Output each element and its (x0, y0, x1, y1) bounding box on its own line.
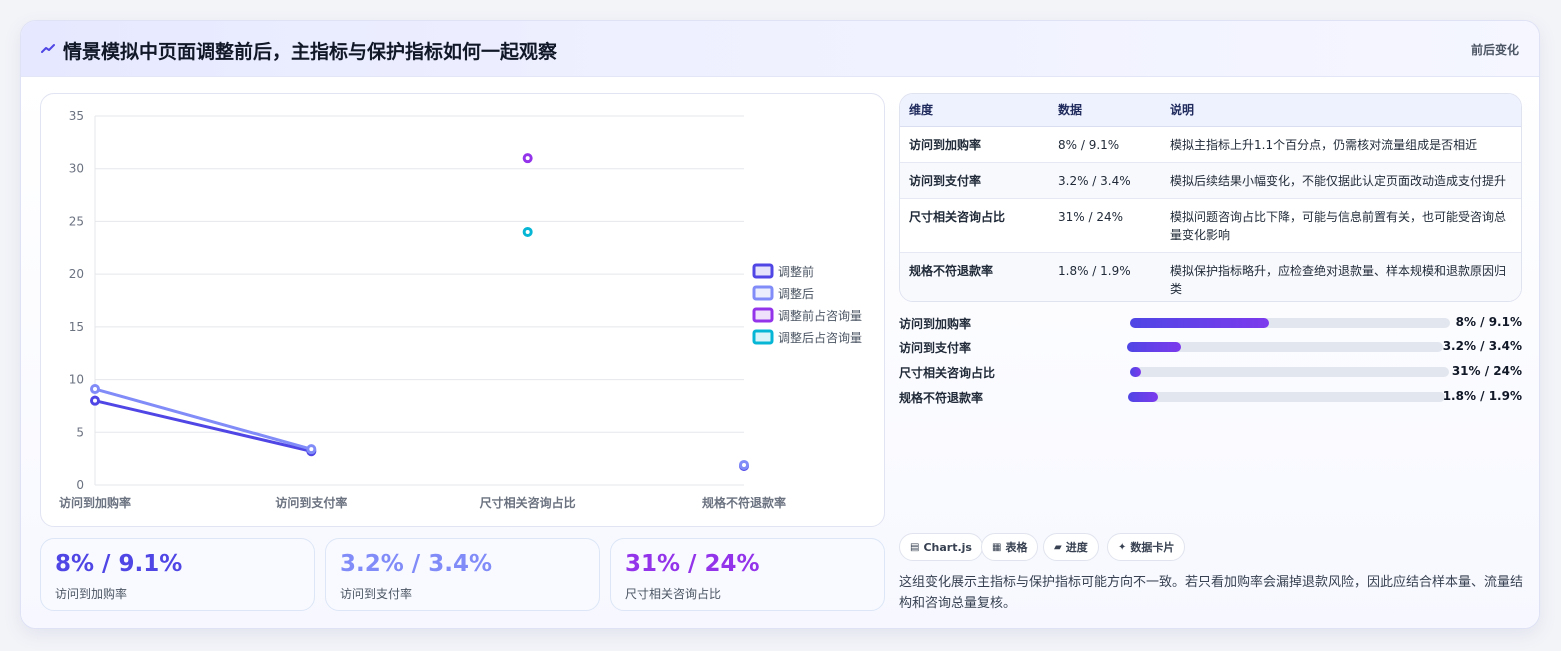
progress-row: 规格不符退款率 1.8% / 1.9% (899, 388, 1522, 406)
legend-label: 调整前 (778, 264, 814, 279)
progress-track (1130, 318, 1450, 328)
table-cell-dim: 尺寸相关咨询占比 (900, 198, 1049, 253)
y-tick-label: 0 (76, 478, 84, 492)
stat-label: 访问到支付率 (340, 587, 413, 601)
stat-card-payment: 3.2% / 3.4% 访问到支付率 (325, 538, 600, 611)
table-cell-dim: 访问到加购率 (900, 126, 1049, 163)
header-tag: 前后变化 (1470, 43, 1519, 57)
table-row: 规格不符退款率 1.8% / 1.9% 模拟保护指标略升，应检查绝对退款量、样本… (900, 252, 1521, 301)
series-line (93, 387, 313, 451)
chip-label: 表格 (1005, 541, 1028, 554)
legend-swatch (752, 285, 774, 301)
table-cell-dim: 规格不符退款率 (900, 252, 1049, 301)
data-point (522, 153, 533, 164)
legend-swatch (752, 307, 774, 323)
x-tick-label: 尺寸相关咨询占比 (480, 495, 576, 510)
y-tick-label: 25 (69, 214, 84, 228)
table-cell-data: 31% / 24% (1049, 198, 1161, 253)
data-point (90, 384, 100, 395)
progress-icon: ▰ (1054, 541, 1062, 553)
table-header: 维度 (900, 94, 1049, 127)
progress-label: 访问到加购率 (899, 317, 972, 331)
data-point (522, 226, 533, 237)
progress-row: 尺寸相关咨询占比 31% / 24% (899, 363, 1522, 381)
main-card: 情景模拟中页面调整前后，主指标与保护指标如何一起观察 前后变化 0 5 10 15 20… (20, 20, 1540, 629)
stat-label: 尺寸相关咨询占比 (625, 587, 722, 601)
page-title: 情景模拟中页面调整前后，主指标与保护指标如何一起观察 (63, 41, 558, 63)
legend-label: 调整后占咨询量 (778, 330, 862, 345)
chip-data-card[interactable]: ✦ 数据卡片 (1107, 533, 1186, 561)
x-tick-label: 访问到加购率 (59, 495, 131, 510)
progress-track (1130, 367, 1449, 377)
x-tick-label: 规格不符退款率 (702, 495, 786, 510)
x-tick-label: 访问到支付率 (275, 495, 347, 510)
trend-icon (41, 44, 55, 53)
table-icon: ▦ (992, 541, 1002, 553)
table-row: 尺寸相关咨询占比 31% / 24% 模拟问题咨询占比下降，可能与信息前置有关，… (900, 198, 1521, 253)
chart-panel: 0 5 10 15 20 25 30 35 访问到加购率 访问到支付率 尺寸相关咨询占比 规格不符退款… (40, 93, 885, 527)
table-row: 访问到加购率 8% / 9.1% 模拟主指标上升1.1个百分点，仍需核对流量组成… (900, 126, 1521, 163)
y-tick-label: 35 (69, 109, 84, 123)
y-tick-label: 10 (69, 373, 84, 387)
table-header: 说明 (1161, 94, 1521, 127)
stat-value: 31% / 24% (625, 551, 760, 577)
table-cell-desc: 模拟问题咨询占比下降，可能与信息前置有关，也可能受咨询总量变化影响 (1161, 198, 1521, 253)
chip-label: 数据卡片 (1130, 541, 1175, 554)
table-cell-data: 1.8% / 1.9% (1049, 252, 1161, 301)
progress-fill (1127, 342, 1181, 352)
stat-card-inquiry: 31% / 24% 尺寸相关咨询占比 (610, 538, 885, 611)
line-chart: 0 5 10 15 20 25 30 35 访问到加购率 访问到支付率 尺寸相关咨询占比 规格不符退款… (59, 109, 862, 510)
progress-label: 规格不符退款率 (899, 391, 984, 405)
progress-track (1128, 392, 1445, 402)
table-cell-desc: 模拟保护指标略升，应检查绝对退款量、样本规模和退款原因归类 (1161, 252, 1521, 301)
data-point (739, 459, 749, 470)
progress-label: 尺寸相关咨询占比 (899, 366, 996, 380)
progress-fill (1128, 392, 1159, 402)
y-tick-label: 5 (76, 425, 84, 439)
table-cell-data: 3.2% / 3.4% (1049, 162, 1161, 199)
chip-chartjs[interactable]: ▤ Chart.js (899, 533, 983, 561)
card-header: 情景模拟中页面调整前后，主指标与保护指标如何一起观察 前后变化 (21, 21, 1539, 77)
table-cell-dim: 访问到支付率 (900, 162, 1049, 199)
data-point (306, 444, 317, 455)
chip-table[interactable]: ▦ 表格 (981, 533, 1039, 561)
table-header-row: 维度 数据 说明 (900, 94, 1521, 127)
progress-track (1127, 342, 1443, 352)
series-line (93, 399, 313, 453)
stat-card-add-to-cart: 8% / 9.1% 访问到加购率 (40, 538, 315, 611)
progress-value: 3.2% / 3.4% (1442, 339, 1522, 353)
progress-label: 访问到支付率 (899, 341, 972, 355)
legend-label: 调整前占咨询量 (778, 308, 862, 323)
y-tick-label: 30 (69, 162, 84, 176)
progress-row: 访问到支付率 3.2% / 3.4% (899, 338, 1522, 356)
progress-fill (1130, 367, 1142, 377)
chip-label: Chart.js (923, 540, 972, 554)
chart-icon: ▤ (910, 541, 920, 553)
table-cell-desc: 模拟主指标上升1.1个百分点，仍需核对流量组成是否相近 (1161, 126, 1521, 163)
table-cell-desc: 模拟后续结果小幅变化，不能仅据此认定页面改动造成支付提升 (1161, 162, 1521, 199)
progress-value: 31% / 24% (1451, 364, 1522, 378)
progress-row: 访问到加购率 8% / 9.1% (899, 314, 1522, 332)
stat-label: 访问到加购率 (55, 587, 128, 601)
progress-fill (1130, 318, 1270, 328)
legend-swatch (752, 329, 774, 345)
table-header: 数据 (1049, 94, 1161, 127)
chip-progress[interactable]: ▰ 进度 (1043, 533, 1099, 561)
legend-label: 调整后 (778, 286, 814, 301)
stat-value: 8% / 9.1% (55, 551, 183, 577)
summary-note: 这组变化展示主指标与保护指标可能方向不一致。若只看加购率会漏掉退款风险，因此应结… (899, 575, 1524, 611)
data-table: 维度 数据 说明 访问到加购率 8% / 9.1% 模拟主指标上升1.1个百分点… (899, 93, 1522, 302)
data-point (90, 395, 100, 406)
progress-value: 1.8% / 1.9% (1442, 389, 1522, 403)
chip-label: 进度 (1065, 541, 1088, 554)
legend-swatch (752, 263, 774, 279)
table-cell-data: 8% / 9.1% (1049, 126, 1161, 163)
stat-value: 3.2% / 3.4% (340, 551, 492, 577)
y-tick-label: 20 (69, 267, 84, 281)
sparkle-icon: ✦ (1118, 541, 1127, 553)
y-tick-label: 15 (69, 320, 84, 334)
progress-value: 8% / 9.1% (1455, 315, 1522, 329)
table-row: 访问到支付率 3.2% / 3.4% 模拟后续结果小幅变化，不能仅据此认定页面改… (900, 162, 1521, 199)
